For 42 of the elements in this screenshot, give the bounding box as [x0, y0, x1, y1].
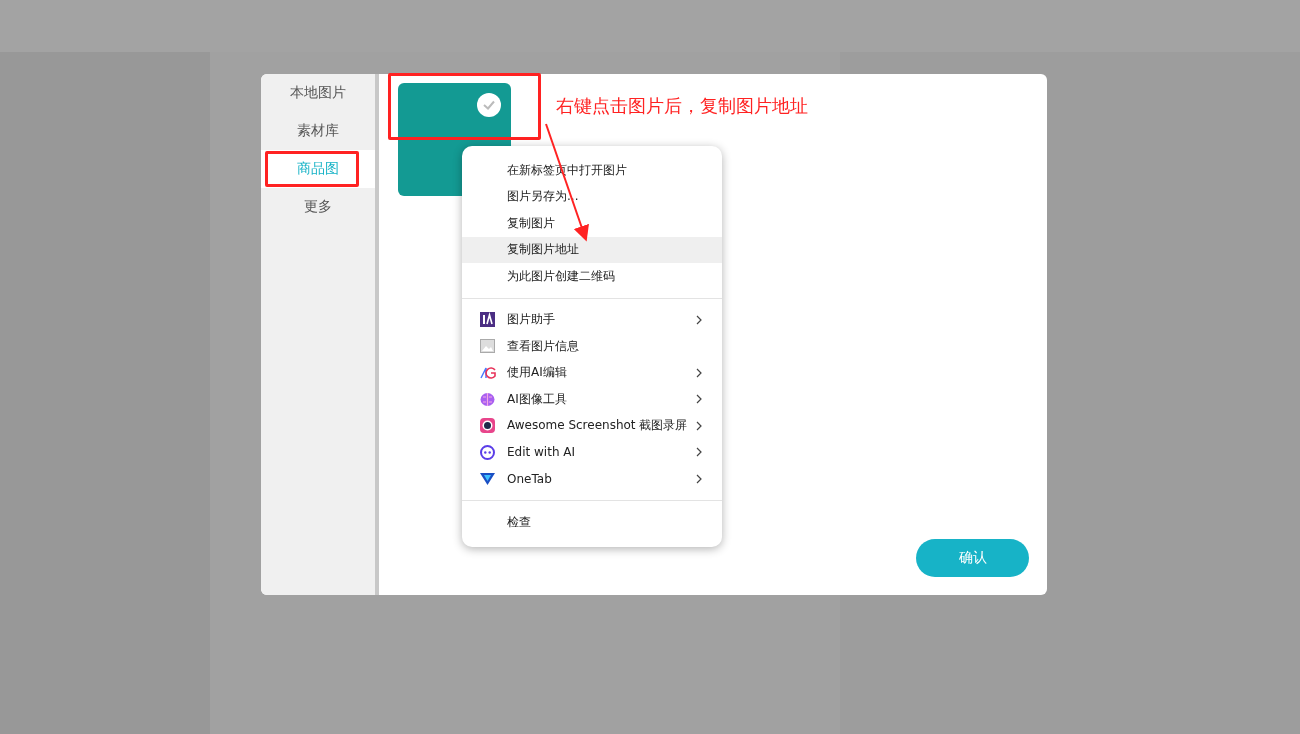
source-tab[interactable]: 更多 [261, 188, 375, 226]
check-circle-icon[interactable] [477, 93, 501, 117]
menu-item[interactable]: Awesome Screenshot 截图录屏 [462, 412, 722, 439]
menu-item-label: 复制图片 [507, 214, 556, 232]
ia-logo-icon [480, 312, 495, 328]
menu-item-label: Edit with AI [507, 445, 577, 460]
chevron-right-icon [696, 447, 702, 458]
menu-item[interactable]: AI图像工具 [462, 386, 722, 413]
robot-face-icon [480, 444, 495, 460]
chevron-right-icon [696, 314, 702, 325]
menu-item-label: 复制图片地址 [507, 241, 580, 259]
menu-item[interactable]: 图片助手 [462, 306, 722, 333]
menu-item[interactable]: OneTab [462, 465, 722, 492]
funnel-icon [480, 471, 495, 486]
menu-item-label: AI图像工具 [507, 390, 568, 408]
brain-icon [480, 391, 495, 407]
menu-item[interactable]: Edit with AI [462, 439, 722, 466]
menu-item-label: Awesome Screenshot 截图录屏 [507, 417, 689, 435]
ag-logo-icon [480, 366, 496, 379]
menu-item[interactable]: 复制图片 [462, 210, 722, 237]
menu-item-label: OneTab [507, 471, 553, 486]
menu-item-label: 图片助手 [507, 311, 556, 329]
menu-item[interactable]: 使用AI编辑 [462, 359, 722, 386]
annotation-text: 右键点击图片后，复制图片地址 [556, 94, 808, 118]
chevron-right-icon [696, 473, 702, 484]
menu-item-label: 为此图片创建二维码 [507, 267, 616, 285]
menu-item-label: 图片另存为... [507, 188, 580, 206]
menu-item[interactable]: 复制图片地址 [462, 236, 722, 263]
menu-item-label: 检查 [507, 513, 532, 531]
menu-item-label: 使用AI编辑 [507, 364, 568, 382]
chevron-right-icon [696, 420, 702, 431]
camera-lens-icon [480, 418, 495, 434]
source-tab[interactable]: 本地图片 [261, 74, 375, 112]
menu-item-label: 查看图片信息 [507, 337, 580, 355]
menu-item[interactable]: 检查 [462, 509, 722, 536]
chevron-right-icon [696, 367, 702, 378]
menu-item[interactable]: 图片另存为... [462, 183, 722, 210]
menu-item[interactable]: 查看图片信息 [462, 333, 722, 360]
menu-item[interactable]: 为此图片创建二维码 [462, 263, 722, 290]
source-tab[interactable]: 素材库 [261, 112, 375, 150]
chevron-right-icon [696, 394, 702, 405]
image-icon [480, 339, 495, 354]
